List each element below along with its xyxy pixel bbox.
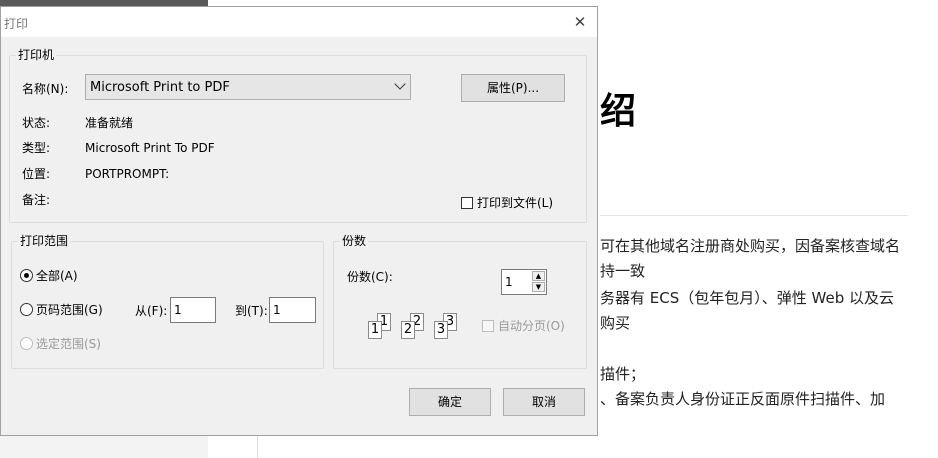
range-all-radio[interactable]	[20, 269, 33, 282]
from-page-input[interactable]: 1	[170, 297, 216, 323]
range-all-label[interactable]: 全部(A)	[36, 269, 78, 283]
type-value: Microsoft Print To PDF	[85, 141, 215, 155]
copies-stepper[interactable]: 1 ▲ ▼	[501, 269, 547, 295]
location-label: 位置:	[22, 167, 51, 181]
status-value: 准备就绪	[85, 116, 134, 130]
to-page-input[interactable]: 1	[269, 297, 316, 323]
document-line: 描件；	[600, 365, 646, 383]
printer-name-select[interactable]: Microsoft Print to PDF	[85, 74, 411, 100]
printer-name-value: Microsoft Print to PDF	[90, 80, 230, 95]
type-label: 类型:	[22, 141, 51, 155]
collate-page: 3	[434, 321, 448, 339]
chevron-down-icon	[394, 78, 406, 90]
spin-down-icon[interactable]: ▼	[532, 282, 545, 292]
copies-group-label: 份数	[340, 234, 369, 248]
dialog-title: 打印	[4, 17, 29, 31]
status-label: 状态:	[22, 116, 51, 130]
collate-page: 1	[368, 321, 382, 339]
copies-value: 1	[505, 275, 513, 289]
print-to-file-checkbox[interactable]	[461, 197, 473, 209]
document-heading: 绍	[600, 91, 637, 132]
document-line: 可在其他域名注册商处购买，因备案核查域名	[600, 237, 901, 255]
background-divider	[257, 436, 258, 458]
collate-label[interactable]: 自动分页(O)	[498, 319, 565, 333]
range-selection-radio[interactable]	[20, 337, 33, 350]
document-separator	[600, 215, 908, 216]
properties-button[interactable]: 属性(P)...	[461, 74, 565, 102]
copies-group: 份数	[333, 234, 587, 369]
cancel-button[interactable]: 取消	[503, 388, 585, 416]
range-pages-label[interactable]: 页码范围(G)	[36, 303, 103, 317]
from-label: 从(F):	[135, 304, 168, 318]
document-line: 购买	[600, 314, 631, 332]
to-label: 到(T):	[235, 304, 268, 318]
ok-button[interactable]: 确定	[409, 388, 491, 416]
print-range-group-label: 打印范围	[18, 234, 71, 248]
document-line: 、备案负责人身份证正反面原件扫描件、加	[600, 390, 886, 408]
document-line: 持一致	[600, 262, 646, 280]
comment-label: 备注:	[22, 193, 51, 207]
print-to-file-label[interactable]: 打印到文件(L)	[477, 196, 553, 210]
collate-checkbox[interactable]	[482, 320, 494, 332]
printer-name-label: 名称(N):	[22, 82, 69, 96]
copies-label: 份数(C):	[347, 270, 393, 284]
dialog-titlebar[interactable]: 打印 ✕	[1, 7, 597, 37]
spin-up-icon[interactable]: ▲	[532, 271, 545, 281]
print-dialog: 打印 ✕ 打印机 名称(N): Microsoft Print to PDF 属…	[0, 6, 598, 436]
range-selection-label[interactable]: 选定范围(S)	[36, 337, 101, 351]
collate-page: 2	[401, 321, 415, 339]
printer-group-label: 打印机	[16, 48, 57, 62]
range-pages-radio[interactable]	[20, 303, 33, 316]
location-value: PORTPROMPT:	[85, 167, 170, 181]
close-icon[interactable]: ✕	[567, 10, 593, 34]
collate-illustration-icon: 1 1 2 2 3 3	[365, 313, 465, 347]
document-line: 务器有 ECS（包年包月）、弹性 Web 以及云	[600, 289, 894, 307]
